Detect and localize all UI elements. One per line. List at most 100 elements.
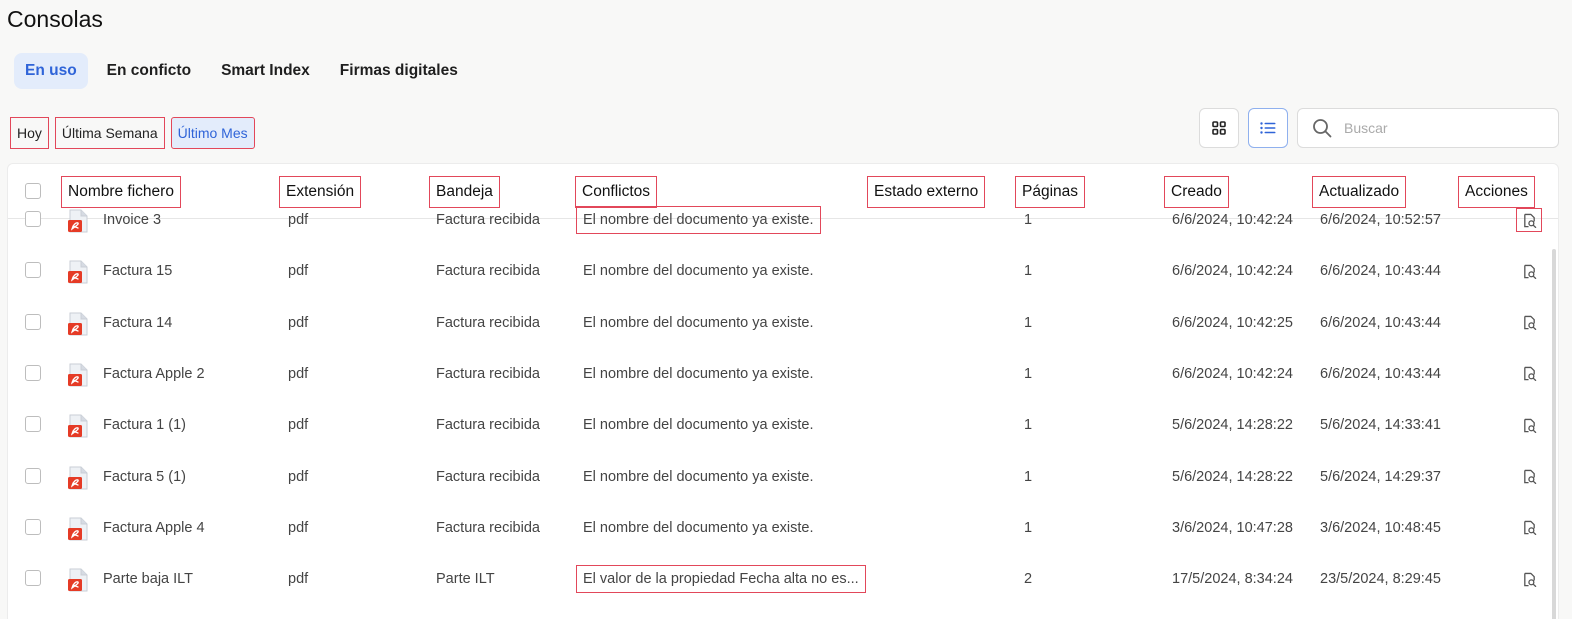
search-document-icon: [1522, 315, 1537, 331]
file-tray: Factura recibida: [436, 212, 540, 228]
conflict-message: El nombre del documento ya existe.: [583, 263, 814, 280]
view-conflict-button[interactable]: [1516, 465, 1542, 489]
pdf-file-icon: [68, 517, 88, 541]
created-date: 6/6/2024, 10:42:25: [1172, 314, 1293, 331]
pdf-file-icon: [68, 568, 88, 592]
pdf-file-icon: [68, 466, 88, 490]
file-tray: Factura recibida: [436, 417, 540, 434]
file-extension: pdf: [288, 417, 309, 434]
tab-firmas-digitales[interactable]: Firmas digitales: [329, 53, 469, 89]
tab-smart-index[interactable]: Smart Index: [210, 53, 321, 89]
column-header-nombre[interactable]: Nombre fichero: [61, 176, 181, 208]
search-input[interactable]: [1344, 120, 1534, 136]
file-name[interactable]: Parte baja ILT: [103, 564, 193, 594]
filter-ultima-semana[interactable]: Última Semana: [54, 117, 165, 149]
row-checkbox[interactable]: [25, 570, 41, 587]
file-extension: pdf: [288, 263, 309, 280]
view-conflict-button[interactable]: [1516, 311, 1542, 335]
file-extension: pdf: [288, 314, 309, 331]
search-document-icon: [1522, 520, 1537, 536]
column-header-conflictos[interactable]: Conflictos: [575, 176, 658, 208]
page-count: 1: [1024, 468, 1033, 485]
search-document-icon: [1522, 264, 1537, 279]
conflict-message: El nombre del documento ya existe.: [576, 206, 821, 234]
filter-hoy[interactable]: Hoy: [10, 117, 49, 149]
updated-date: 6/6/2024, 10:43:44: [1320, 263, 1441, 280]
conflict-message: El nombre del documento ya existe.: [583, 365, 814, 382]
view-conflict-button[interactable]: [1516, 362, 1542, 386]
file-tray: Factura recibida: [436, 468, 540, 485]
updated-date: 5/6/2024, 14:33:41: [1320, 417, 1441, 434]
conflict-message: El nombre del documento ya existe.: [583, 314, 814, 331]
select-all-checkbox[interactable]: [25, 183, 41, 199]
list-view-icon: [1260, 122, 1276, 134]
view-conflict-button[interactable]: [1516, 259, 1542, 283]
column-header-creado[interactable]: Creado: [1164, 176, 1229, 208]
created-date: 6/6/2024, 10:42:24: [1172, 365, 1293, 382]
file-extension: pdf: [288, 519, 309, 536]
file-tray: Factura recibida: [436, 365, 540, 382]
table-row[interactable]: Parte baja ILT pdf Parte ILT El valor de la…: [8, 564, 1558, 615]
search-box: [1297, 108, 1559, 148]
column-header-bandeja[interactable]: Bandeja: [429, 176, 500, 208]
column-header-actualizado[interactable]: Actualizado: [1312, 176, 1407, 208]
table-row[interactable]: Factura 15 pdf Factura recibida El nombre d…: [8, 256, 1558, 307]
search-document-icon: [1522, 469, 1537, 484]
view-conflict-button[interactable]: [1516, 516, 1542, 540]
pdf-file-icon: [68, 312, 88, 336]
created-date: 17/5/2024, 8:34:24: [1172, 571, 1293, 588]
file-extension: pdf: [288, 212, 309, 228]
conflict-message: El valor de la propiedad Fecha alta no e…: [576, 565, 866, 594]
table-row[interactable]: Factura 1 (1) pdf Factura recibida El nombr…: [8, 410, 1558, 461]
column-header-acciones: Acciones: [1458, 176, 1535, 208]
row-checkbox[interactable]: [25, 211, 41, 227]
file-extension: pdf: [288, 468, 309, 485]
tab-en-conficto[interactable]: En conficto: [96, 53, 202, 89]
updated-date: 3/6/2024, 10:48:45: [1320, 519, 1441, 536]
page-count: 1: [1024, 365, 1033, 382]
scrollbar[interactable]: [1552, 249, 1556, 619]
tab-en-uso[interactable]: En uso: [14, 53, 88, 89]
view-conflict-button[interactable]: [1516, 413, 1542, 437]
created-date: 5/6/2024, 14:28:22: [1172, 417, 1293, 434]
grid-view-button[interactable]: [1199, 108, 1239, 148]
file-name[interactable]: Factura Apple 2: [103, 359, 205, 389]
created-date: 5/6/2024, 14:28:22: [1172, 468, 1293, 485]
file-name[interactable]: Factura 15: [103, 256, 172, 286]
file-name[interactable]: Factura 14: [103, 308, 172, 338]
search-document-icon: [1522, 213, 1537, 228]
filter-ultimo-mes[interactable]: Último Mes: [170, 117, 255, 149]
table-row[interactable]: Factura Apple 2 pdf Factura recibida El nom…: [8, 359, 1558, 410]
conflict-message: El nombre del documento ya existe.: [583, 468, 814, 485]
view-conflict-button[interactable]: [1516, 208, 1542, 232]
list-view-button[interactable]: [1248, 108, 1288, 148]
file-tray: Parte ILT: [436, 571, 495, 588]
row-checkbox[interactable]: [25, 364, 41, 381]
file-extension: pdf: [288, 571, 309, 588]
search-document-icon: [1522, 418, 1537, 433]
file-name[interactable]: Invoice 3: [103, 205, 161, 235]
conflict-message: El nombre del documento ya existe.: [583, 417, 814, 434]
table-row[interactable]: Invoice 3 pdf Factura recibida El nombre de…: [8, 205, 1558, 256]
column-header-extension[interactable]: Extensión: [279, 176, 362, 208]
row-checkbox[interactable]: [25, 518, 41, 535]
pdf-file-icon: [68, 209, 88, 233]
row-checkbox[interactable]: [25, 467, 41, 484]
page-count: 2: [1024, 571, 1033, 588]
page-count: 1: [1024, 263, 1033, 280]
row-checkbox[interactable]: [25, 262, 41, 279]
file-name[interactable]: Factura 1 (1): [103, 410, 186, 440]
row-checkbox[interactable]: [25, 416, 41, 433]
file-name[interactable]: Factura Apple 4: [103, 513, 205, 543]
table-row[interactable]: Factura 14 pdf Factura recibida El nombre d…: [8, 308, 1558, 359]
table-row[interactable]: Factura Apple 4 pdf Factura recibida El nom…: [8, 513, 1558, 564]
file-name[interactable]: Factura 5 (1): [103, 462, 186, 492]
row-checkbox[interactable]: [25, 313, 41, 330]
documents-table: Nombre fichero Extensión Bandeja Conflic…: [7, 163, 1559, 619]
column-header-estado-externo[interactable]: Estado externo: [867, 176, 986, 208]
table-row[interactable]: Factura 5 (1) pdf Factura recibida El nombr…: [8, 462, 1558, 513]
view-conflict-button[interactable]: [1516, 567, 1542, 591]
column-header-paginas[interactable]: Páginas: [1015, 176, 1086, 208]
updated-date: 6/6/2024, 10:52:57: [1320, 212, 1441, 228]
updated-date: 6/6/2024, 10:43:44: [1320, 314, 1441, 331]
